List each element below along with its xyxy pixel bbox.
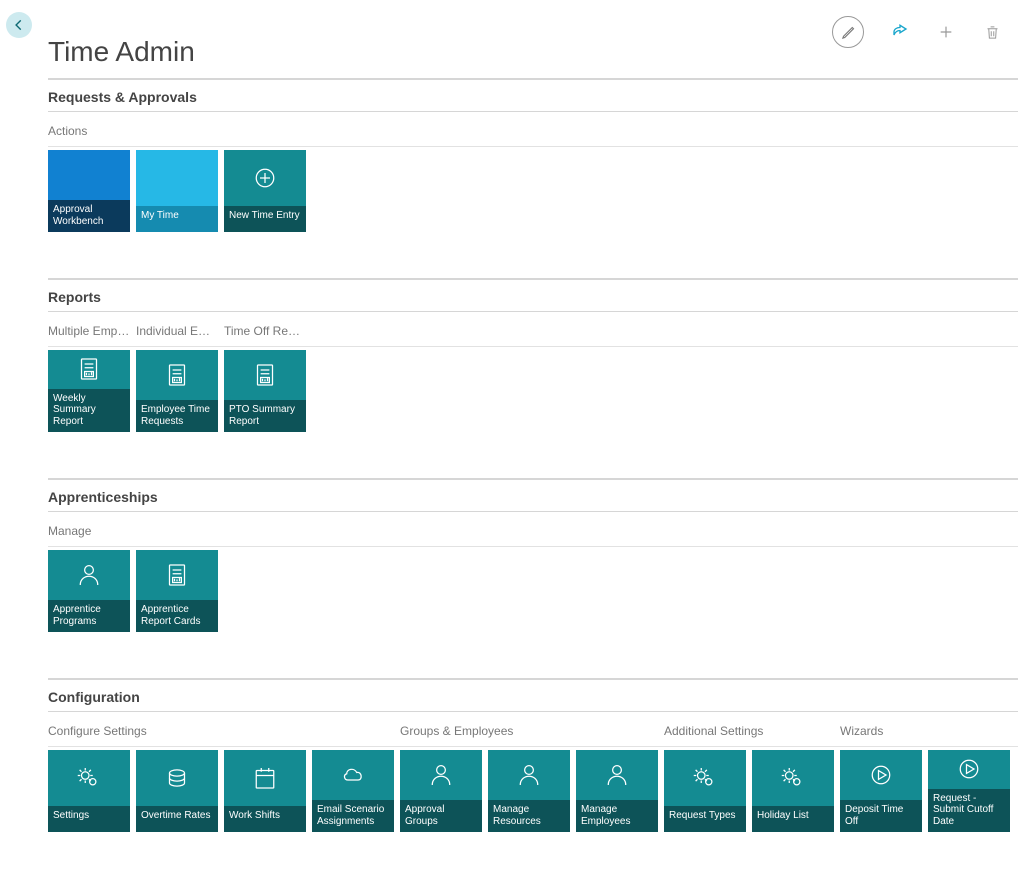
play-icon bbox=[928, 750, 1010, 789]
tile-deposit-time-off[interactable]: Deposit Time Off bbox=[840, 750, 922, 832]
add-button[interactable] bbox=[936, 22, 956, 42]
group-label: Actions bbox=[48, 124, 306, 142]
gears-icon bbox=[664, 750, 746, 806]
coins-icon bbox=[136, 750, 218, 806]
tile-label: My Time bbox=[136, 206, 218, 232]
group-label: Manage bbox=[48, 524, 218, 542]
tile-label: Apprentice Programs bbox=[48, 600, 130, 632]
tile-label: Request - Submit Cutoff Date bbox=[928, 789, 1010, 833]
tile-request-types[interactable]: Request Types bbox=[664, 750, 746, 832]
back-button[interactable] bbox=[6, 12, 32, 38]
group-label: Multiple Employ... bbox=[48, 324, 130, 342]
report-icon bbox=[224, 350, 306, 400]
tile-label: Approval Workbench bbox=[48, 200, 130, 232]
tile-manage-employees[interactable]: Manage Employees bbox=[576, 750, 658, 832]
tile-label: Manage Employees bbox=[576, 800, 658, 832]
section-title-configuration: Configuration bbox=[48, 689, 1018, 705]
person-icon bbox=[488, 750, 570, 800]
tile-label: Work Shifts bbox=[224, 806, 306, 832]
group-label: Configure Settings bbox=[48, 724, 394, 742]
tile-label: PTO Summary Report bbox=[224, 400, 306, 432]
tile-label: Request Types bbox=[664, 806, 746, 832]
tile-email-scenario-assignments[interactable]: Email Scenario Assignments bbox=[312, 750, 394, 832]
gears-icon bbox=[48, 750, 130, 806]
arrow-left-icon bbox=[12, 18, 26, 32]
tile-label: Manage Resources bbox=[488, 800, 570, 832]
delete-button[interactable] bbox=[982, 22, 1002, 42]
tile-apprentice-report-cards[interactable]: Apprentice Report Cards bbox=[136, 550, 218, 632]
tile-label: Overtime Rates bbox=[136, 806, 218, 832]
plus-circle-icon bbox=[224, 150, 306, 206]
group-label: Time Off Reports bbox=[224, 324, 306, 342]
group-label: Additional Settings bbox=[664, 724, 834, 742]
tile-request-submit-cutoff-date[interactable]: Request - Submit Cutoff Date bbox=[928, 750, 1010, 832]
group-label: Wizards bbox=[840, 724, 1010, 742]
tile-label: Weekly Summary Report bbox=[48, 389, 130, 433]
tile-label: Holiday List bbox=[752, 806, 834, 832]
none-icon bbox=[136, 150, 218, 206]
edit-button[interactable] bbox=[832, 16, 864, 48]
section-title-requests: Requests & Approvals bbox=[48, 89, 1018, 105]
tile-my-time[interactable]: My Time bbox=[136, 150, 218, 232]
tile-settings[interactable]: Settings bbox=[48, 750, 130, 832]
person-icon bbox=[48, 550, 130, 600]
report-icon bbox=[136, 350, 218, 400]
section-title-reports: Reports bbox=[48, 289, 1018, 305]
tile-label: Deposit Time Off bbox=[840, 800, 922, 832]
tile-new-time-entry[interactable]: New Time Entry bbox=[224, 150, 306, 232]
person-icon bbox=[400, 750, 482, 800]
tile-weekly-summary-report[interactable]: Weekly Summary Report bbox=[48, 350, 130, 432]
page-title: Time Admin bbox=[48, 36, 195, 68]
group-label: Individual Emplo... bbox=[136, 324, 218, 342]
report-icon bbox=[48, 350, 130, 389]
tile-label: Email Scenario Assignments bbox=[312, 800, 394, 832]
tile-label: Approval Groups bbox=[400, 800, 482, 832]
person-icon bbox=[576, 750, 658, 800]
cloud-icon bbox=[312, 750, 394, 800]
pencil-icon bbox=[841, 25, 856, 40]
tile-approval-workbench[interactable]: Approval Workbench bbox=[48, 150, 130, 232]
tile-holiday-list[interactable]: Holiday List bbox=[752, 750, 834, 832]
tile-label: Employee Time Requests bbox=[136, 400, 218, 432]
tile-label: New Time Entry bbox=[224, 206, 306, 232]
gears-icon bbox=[752, 750, 834, 806]
calendar-icon bbox=[224, 750, 306, 806]
tile-label: Settings bbox=[48, 806, 130, 832]
group-label: Groups & Employees bbox=[400, 724, 658, 742]
share-icon bbox=[891, 23, 909, 41]
tile-approval-groups[interactable]: Approval Groups bbox=[400, 750, 482, 832]
share-button[interactable] bbox=[890, 22, 910, 42]
section-title-apprenticeships: Apprenticeships bbox=[48, 489, 1018, 505]
plus-icon bbox=[938, 24, 954, 40]
none-icon bbox=[48, 150, 130, 200]
tile-employee-time-requests[interactable]: Employee Time Requests bbox=[136, 350, 218, 432]
tile-manage-resources[interactable]: Manage Resources bbox=[488, 750, 570, 832]
trash-icon bbox=[985, 24, 1000, 41]
tile-work-shifts[interactable]: Work Shifts bbox=[224, 750, 306, 832]
tile-apprentice-programs[interactable]: Apprentice Programs bbox=[48, 550, 130, 632]
report-icon bbox=[136, 550, 218, 600]
tile-pto-summary-report[interactable]: PTO Summary Report bbox=[224, 350, 306, 432]
tile-overtime-rates[interactable]: Overtime Rates bbox=[136, 750, 218, 832]
tile-label: Apprentice Report Cards bbox=[136, 600, 218, 632]
play-icon bbox=[840, 750, 922, 800]
